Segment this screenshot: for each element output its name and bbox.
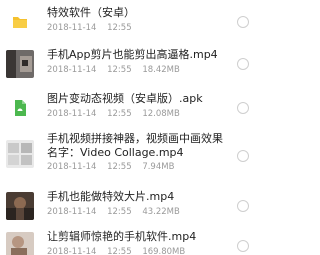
select-radio[interactable] bbox=[237, 16, 249, 28]
file-date: 2018-11-14 bbox=[47, 162, 97, 172]
list-item[interactable]: 图片变动态视频（安卓版）.apk 2018-11-14 12:55 12.08M… bbox=[0, 88, 255, 128]
file-name: 图片变动态视频（安卓版）.apk bbox=[47, 92, 203, 105]
file-date: 2018-11-14 bbox=[47, 65, 97, 75]
file-meta: 2018-11-14 12:55 169.80MB bbox=[47, 246, 185, 255]
file-list: 特效软件（安卓） 2018-11-14 12:55 手机App剪片也能剪出高逼格… bbox=[0, 0, 255, 255]
list-item[interactable]: 手机App剪片也能剪出高逼格.mp4 2018-11-14 12:55 18.4… bbox=[0, 44, 255, 84]
select-radio[interactable] bbox=[237, 240, 249, 252]
file-time: 12:55 bbox=[107, 109, 132, 119]
video-thumbnail bbox=[6, 192, 34, 220]
select-radio[interactable] bbox=[237, 150, 249, 162]
list-item[interactable]: 让剪辑师惊艳的手机软件.mp4 2018-11-14 12:55 169.80M… bbox=[0, 226, 255, 255]
file-size: 18.42MB bbox=[142, 65, 180, 75]
file-date: 2018-11-14 bbox=[47, 247, 97, 255]
file-time: 12:55 bbox=[107, 162, 132, 172]
file-size: 12.08MB bbox=[142, 109, 180, 119]
file-size: 7.94MB bbox=[142, 162, 175, 172]
file-time: 12:55 bbox=[107, 65, 132, 75]
file-meta: 2018-11-14 12:55 12.08MB bbox=[47, 108, 180, 120]
list-item[interactable]: 手机也能做特效大片.mp4 2018-11-14 12:55 43.22MB bbox=[0, 186, 255, 226]
file-name: 手机也能做特效大片.mp4 bbox=[47, 190, 175, 203]
select-radio[interactable] bbox=[237, 102, 249, 114]
file-meta: 2018-11-14 12:55 7.94MB bbox=[47, 161, 174, 173]
file-meta: 2018-11-14 12:55 18.42MB bbox=[47, 64, 180, 76]
file-time: 12:55 bbox=[107, 207, 132, 217]
file-size: 169.80MB bbox=[142, 247, 186, 255]
file-name: 手机视频拼接神器，视频画中画效果 名字：Video Collage.mp4 bbox=[47, 132, 223, 159]
video-thumbnail bbox=[6, 140, 34, 168]
select-radio[interactable] bbox=[237, 200, 249, 212]
file-size: 43.22MB bbox=[142, 207, 180, 217]
file-date: 2018-11-14 bbox=[47, 23, 97, 33]
apk-file-icon bbox=[6, 94, 34, 122]
file-meta: 2018-11-14 12:55 bbox=[47, 22, 132, 34]
file-meta: 2018-11-14 12:55 43.22MB bbox=[47, 206, 180, 218]
list-item[interactable]: 手机视频拼接神器，视频画中画效果 名字：Video Collage.mp4 20… bbox=[0, 132, 255, 178]
file-name: 特效软件（安卓） bbox=[47, 6, 135, 19]
video-thumbnail bbox=[6, 50, 34, 78]
file-date: 2018-11-14 bbox=[47, 207, 97, 217]
file-time: 12:55 bbox=[107, 23, 132, 33]
file-name: 手机App剪片也能剪出高逼格.mp4 bbox=[47, 48, 218, 61]
list-item[interactable]: 特效软件（安卓） 2018-11-14 12:55 bbox=[0, 2, 255, 42]
video-thumbnail bbox=[6, 232, 34, 255]
folder-icon bbox=[6, 8, 34, 36]
file-name: 让剪辑师惊艳的手机软件.mp4 bbox=[47, 230, 197, 243]
file-time: 12:55 bbox=[107, 247, 132, 255]
select-radio[interactable] bbox=[237, 58, 249, 70]
file-date: 2018-11-14 bbox=[47, 109, 97, 119]
